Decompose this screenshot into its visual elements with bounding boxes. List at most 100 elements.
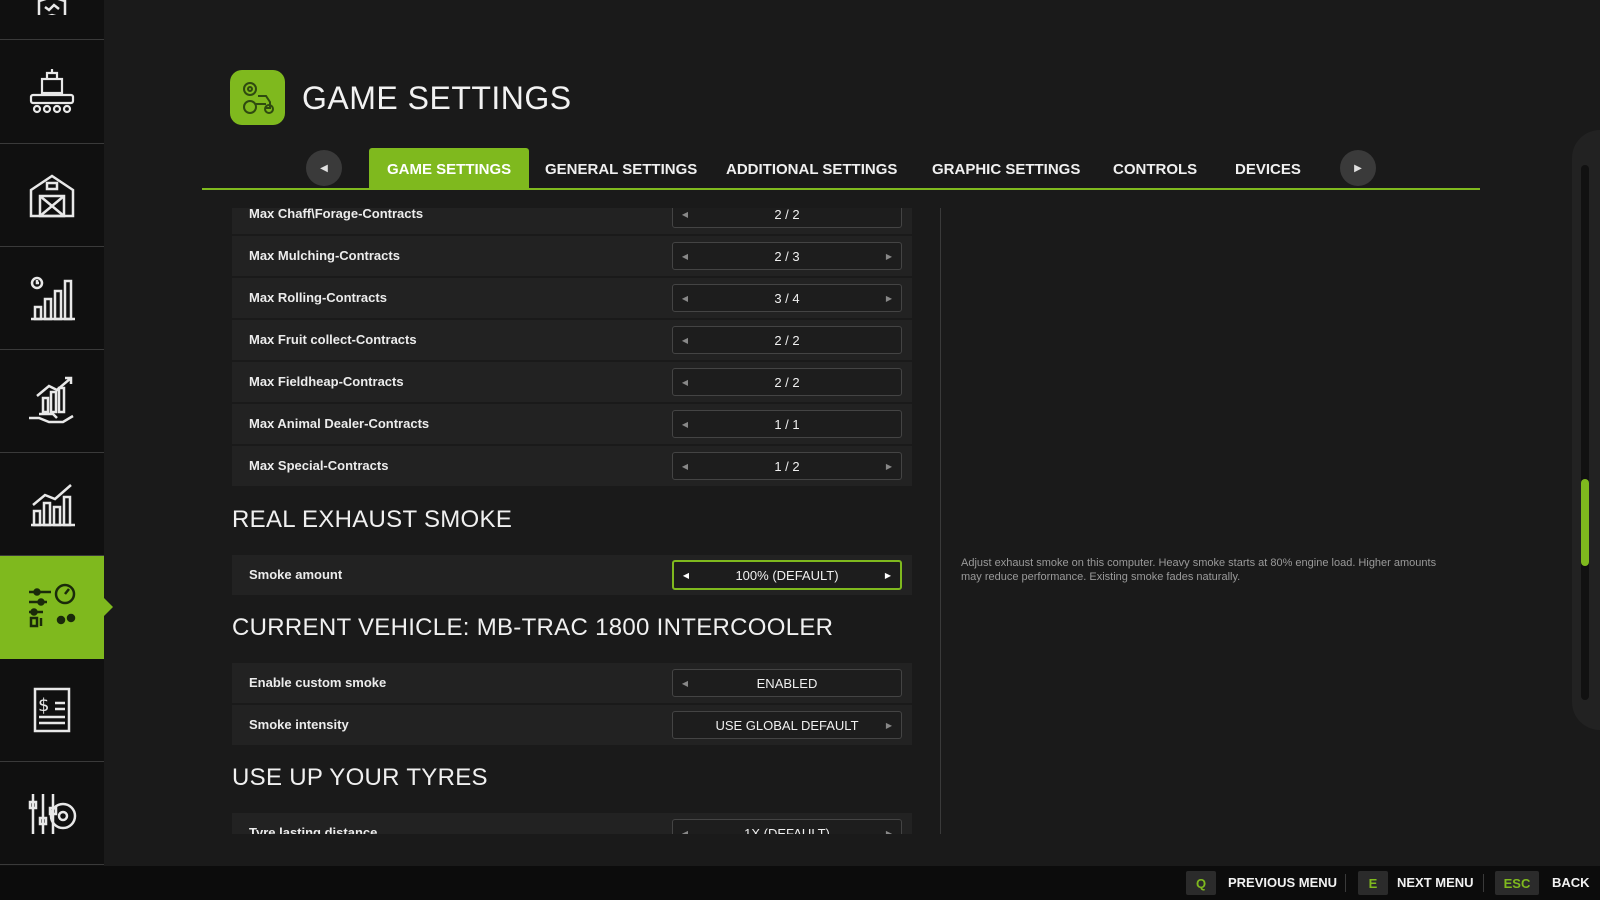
arrow-left-icon[interactable]: ◀ [673,208,697,227]
svg-text:$: $ [38,695,49,716]
setting-row[interactable]: Tyre lasting distance ◀ 1X (DEFAULT) ▶ [232,813,912,834]
arrow-left-icon[interactable]: ◀ [673,670,697,696]
key-hint-q: Q [1186,871,1216,895]
general-settings-icon [28,794,77,834]
arrow-right-icon[interactable]: ▶ [877,285,901,311]
tab-bar: ◀ GAME SETTINGS GENERAL SETTINGS ADDITIO… [202,146,1480,190]
arrow-right-icon[interactable]: ▶ [877,243,901,269]
arrow-right-icon[interactable]: ▶ [877,820,901,835]
sidebar-item-prices[interactable] [0,247,104,350]
previous-menu-button[interactable]: PREVIOUS MENU [1228,871,1337,895]
setting-row[interactable]: Smoke amount ◀ 100% (DEFAULT) ▶ [232,555,912,595]
setting-label: Max Chaff\Forage-Contracts [249,208,424,221]
page-title: GAME SETTINGS [302,80,572,116]
tab-controls[interactable]: CONTROLS [1095,148,1215,190]
contract-setting-row[interactable]: Max Mulching-Contracts ◀ 2 / 3 ▶ [232,236,912,276]
tab-devices[interactable]: DEVICES [1217,148,1319,190]
tab-additional-settings[interactable]: ADDITIONAL SETTINGS [708,148,915,190]
setting-label: Smoke amount [249,567,343,582]
enable-custom-smoke-stepper[interactable]: ◀ ENABLED [672,669,902,697]
tab-graphic-settings[interactable]: GRAPHIC SETTINGS [914,148,1098,190]
contract-stepper[interactable]: ◀ 2 / 2 [672,326,902,354]
contract-stepper[interactable]: ◀ 3 / 4 ▶ [672,284,902,312]
arrow-left-icon[interactable]: ◀ [673,327,697,353]
arrow-left-icon[interactable]: ◀ [673,453,697,479]
contracts-icon: $ [33,687,71,733]
stepper-value: ENABLED [756,675,818,691]
arrow-left-icon[interactable]: ◀ [673,820,697,835]
contract-setting-row[interactable]: Max Animal Dealer-Contracts ◀ 1 / 1 [232,404,912,444]
contract-stepper[interactable]: ◀ 2 / 3 ▶ [672,242,902,270]
settings-icon [29,583,76,628]
setting-label: Smoke intensity [249,717,349,732]
scrollbar-thumb[interactable] [1581,478,1589,566]
setting-row[interactable]: Smoke intensity USE GLOBAL DEFAULT ▶ [232,705,912,745]
sidebar-item-general-settings[interactable] [0,762,104,865]
arrow-left-icon: ◀ [320,162,328,174]
arrow-right-icon[interactable]: ▶ [877,453,901,479]
arrow-left-icon[interactable]: ◀ [674,562,698,588]
barn-icon [29,174,75,218]
tyre-lasting-stepper[interactable]: ◀ 1X (DEFAULT) ▶ [672,819,902,834]
setting-label: Max Mulching-Contracts [249,248,400,263]
setting-label: Max Animal Dealer-Contracts [249,416,430,431]
next-menu-button[interactable]: NEXT MENU [1397,871,1474,895]
stepper-value: 100% (DEFAULT) [735,567,839,583]
sidebar-item-contracts[interactable]: $ [0,659,104,762]
stepper-value: 2 / 2 [774,374,800,390]
arrow-left-icon[interactable]: ◀ [673,285,697,311]
smoke-amount-stepper[interactable]: ◀ 100% (DEFAULT) ▶ [672,560,902,590]
stepper-value: 2 / 2 [774,332,800,348]
sidebar-item-finances[interactable] [0,350,104,453]
setting-label: Max Special-Contracts [249,458,389,473]
scrollbar-track[interactable] [1581,165,1589,700]
sidebar-item-settings[interactable] [0,556,113,659]
sidebar-item-statistics[interactable] [0,453,104,556]
arrow-right-icon[interactable]: ▶ [877,712,901,738]
tab-general-settings[interactable]: GENERAL SETTINGS [527,148,715,190]
stepper-value: 2 / 2 [774,208,800,222]
smoke-intensity-stepper[interactable]: USE GLOBAL DEFAULT ▶ [672,711,902,739]
key-hint-e: E [1358,871,1388,895]
footer-separator [1483,874,1484,892]
contract-setting-row[interactable]: Max Fruit collect-Contracts ◀ 2 / 2 [232,320,912,360]
sidebar-item-map[interactable] [0,0,104,40]
stepper-value: 2 / 3 [774,248,800,264]
arrow-right-icon[interactable]: ▶ [876,562,900,588]
contract-setting-row[interactable]: Max Fieldheap-Contracts ◀ 2 / 2 [232,362,912,402]
footer-separator [1345,874,1346,892]
section-title-exhaust: REAL EXHAUST SMOKE [232,506,513,533]
sidebar-item-production[interactable] [0,41,104,144]
arrow-left-icon[interactable]: ◀ [673,411,697,437]
tab-next-button[interactable]: ▶ [1340,150,1376,186]
settings-list: Max Chaff\Forage-Contracts ◀ 2 / 2 Max Mulc… [232,208,912,834]
statistics-icon [31,484,75,527]
stepper-value: 1 / 2 [774,458,800,474]
contract-setting-row[interactable]: Max Rolling-Contracts ◀ 3 / 4 ▶ [232,278,912,318]
arrow-left-icon[interactable]: ◀ [673,243,697,269]
sidebar: $ [0,0,113,866]
section-title-vehicle: CURRENT VEHICLE: MB-TRAC 1800 INTERCOOLE… [232,614,834,641]
setting-label: Max Rolling-Contracts [249,290,387,305]
contract-setting-row[interactable]: Max Chaff\Forage-Contracts ◀ 2 / 2 [232,208,912,234]
map-icon [37,0,67,15]
arrow-right-icon: ▶ [1354,162,1362,174]
back-button[interactable]: BACK [1552,871,1590,895]
setting-description: Adjust exhaust smoke on this computer. H… [961,557,1437,583]
footer-bar: Q PREVIOUS MENU E NEXT MENU ESC BACK [0,866,1600,900]
setting-row[interactable]: Enable custom smoke ◀ ENABLED [232,663,912,703]
section-title-tyres: USE UP YOUR TYRES [232,764,488,791]
contract-stepper[interactable]: ◀ 2 / 2 [672,208,902,228]
contract-stepper[interactable]: ◀ 1 / 1 [672,410,902,438]
stepper-value: 1 / 1 [774,416,800,432]
arrow-left-icon[interactable]: ◀ [673,369,697,395]
setting-label: Max Fruit collect-Contracts [249,332,417,347]
sidebar-item-barn[interactable] [0,144,104,247]
setting-label: Max Fieldheap-Contracts [249,374,404,389]
contract-stepper[interactable]: ◀ 1 / 2 ▶ [672,452,902,480]
stepper-value: 3 / 4 [774,290,800,306]
tab-game-settings[interactable]: GAME SETTINGS [369,148,530,190]
contract-stepper[interactable]: ◀ 2 / 2 [672,368,902,396]
contract-setting-row[interactable]: Max Special-Contracts ◀ 1 / 2 ▶ [232,446,912,486]
tab-prev-button[interactable]: ◀ [306,150,342,186]
